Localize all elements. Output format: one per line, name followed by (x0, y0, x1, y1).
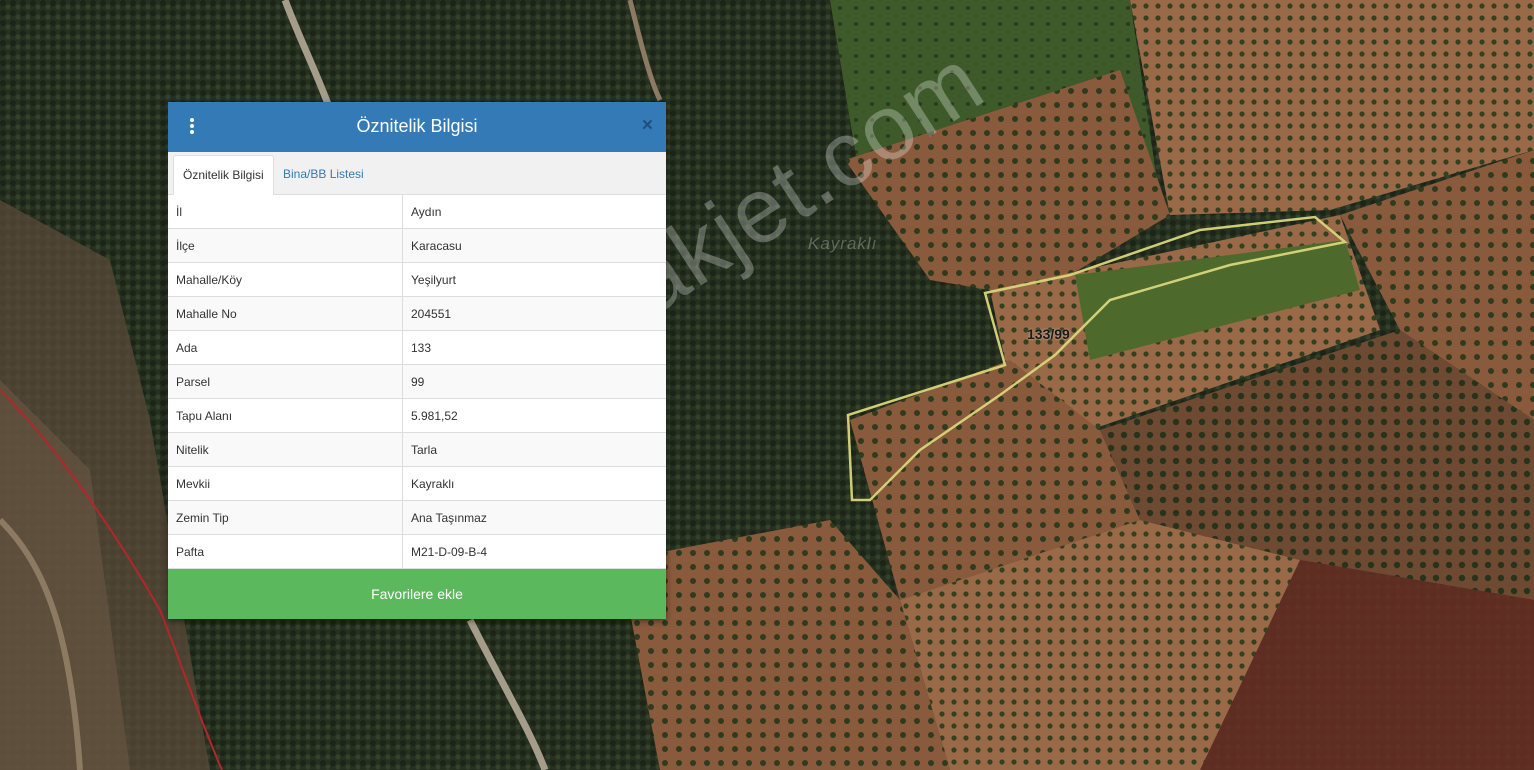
row-value: 5.981,52 (402, 398, 666, 433)
tab-attribute-info[interactable]: Öznitelik Bilgisi (173, 155, 274, 195)
row-value: Tarla (402, 432, 666, 467)
row-value: Aydın (402, 195, 666, 229)
row-value: 99 (402, 364, 666, 399)
close-icon[interactable]: × (642, 116, 653, 136)
row-key: İl (168, 195, 403, 229)
table-row: Ada 133 (168, 330, 666, 365)
panel-tabs: Öznitelik Bilgisi Bina/BB Listesi (168, 152, 666, 195)
parcel-label[interactable]: 133/99 (1027, 326, 1070, 342)
table-row: İlçe Karacasu (168, 228, 666, 263)
row-key: Mevkii (168, 466, 403, 501)
row-key: Pafta (168, 534, 403, 569)
table-row: İl Aydın (168, 195, 666, 229)
row-key: Mahalle/Köy (168, 262, 403, 297)
row-value: Ana Taşınmaz (402, 500, 666, 535)
table-row: Mahalle/Köy Yeşilyurt (168, 262, 666, 297)
add-to-favorites-button[interactable]: Favorilere ekle (168, 569, 666, 619)
table-row: Tapu Alanı 5.981,52 (168, 398, 666, 433)
row-key: Nitelik (168, 432, 403, 467)
row-value: Karacasu (402, 228, 666, 263)
row-value: Yeşilyurt (402, 262, 666, 297)
table-row: Zemin Tip Ana Taşınmaz (168, 500, 666, 535)
tab-building-list[interactable]: Bina/BB Listesi (274, 155, 373, 193)
table-row: Mevkii Kayraklı (168, 466, 666, 501)
row-key: Tapu Alanı (168, 398, 403, 433)
attribute-info-panel: Öznitelik Bilgisi × Öznitelik Bilgisi Bi… (168, 102, 666, 619)
row-key: Zemin Tip (168, 500, 403, 535)
row-key: İlçe (168, 228, 403, 263)
map-place-label: Kayraklı (808, 234, 878, 253)
row-value: 133 (402, 330, 666, 365)
row-key: Ada (168, 330, 403, 365)
table-row: Pafta M21-D-09-B-4 (168, 534, 666, 569)
panel-header: Öznitelik Bilgisi × (168, 102, 666, 152)
row-value: M21-D-09-B-4 (402, 534, 666, 569)
panel-title: Öznitelik Bilgisi (356, 116, 478, 136)
attribute-table: İl Aydın İlçe Karacasu Mahalle/Köy Yeşil… (168, 195, 666, 569)
table-row: Nitelik Tarla (168, 432, 666, 467)
row-value: 204551 (402, 296, 666, 331)
row-value: Kayraklı (402, 466, 666, 501)
row-key: Mahalle No (168, 296, 403, 331)
row-key: Parsel (168, 364, 403, 399)
table-row: Parsel 99 (168, 364, 666, 399)
table-row: Mahalle No 204551 (168, 296, 666, 331)
